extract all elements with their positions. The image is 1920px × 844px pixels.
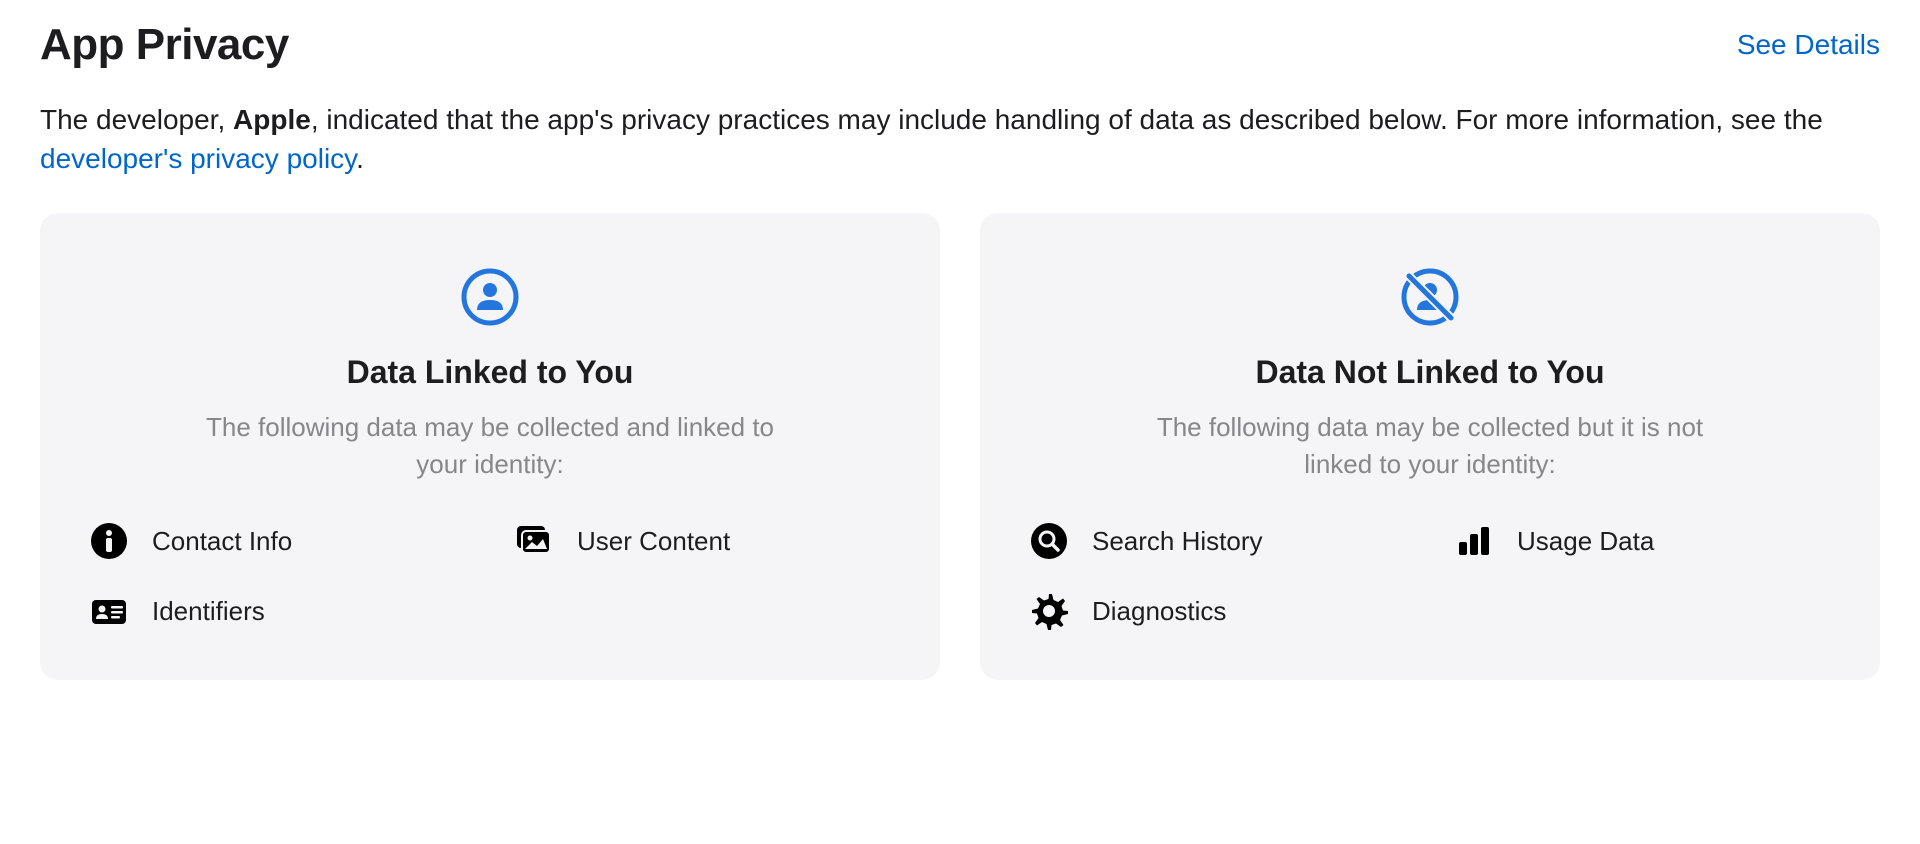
- person-circle-slash-icon: [1401, 268, 1459, 326]
- data-linked-card: Data Linked to You The following data ma…: [40, 213, 940, 680]
- privacy-policy-link[interactable]: developer's privacy policy: [40, 143, 356, 174]
- data-not-linked-card: Data Not Linked to You The following dat…: [980, 213, 1880, 680]
- developer-name: Apple: [233, 104, 311, 135]
- page-title: App Privacy: [40, 20, 289, 70]
- data-item-label: Identifiers: [152, 596, 265, 627]
- data-item-contact-info: Contact Info: [90, 522, 465, 560]
- data-item-identifiers: Identifiers: [90, 592, 465, 630]
- linked-card-title: Data Linked to You: [347, 354, 634, 391]
- linked-data-grid: Contact Info User Content: [90, 522, 890, 630]
- privacy-cards-container: Data Linked to You The following data ma…: [40, 213, 1880, 680]
- see-details-link[interactable]: See Details: [1737, 29, 1880, 61]
- description-prefix: The developer,: [40, 104, 233, 135]
- data-item-label: User Content: [577, 526, 730, 557]
- data-item-label: Diagnostics: [1092, 596, 1226, 627]
- privacy-description: The developer, Apple, indicated that the…: [40, 100, 1880, 178]
- header-row: App Privacy See Details: [40, 20, 1880, 70]
- description-middle: , indicated that the app's privacy pract…: [311, 104, 1823, 135]
- data-item-diagnostics: Diagnostics: [1030, 592, 1405, 630]
- not-linked-card-title: Data Not Linked to You: [1255, 354, 1604, 391]
- search-icon: [1030, 522, 1068, 560]
- gear-icon: [1030, 592, 1068, 630]
- data-item-user-content: User Content: [515, 522, 890, 560]
- data-item-label: Contact Info: [152, 526, 292, 557]
- data-item-search-history: Search History: [1030, 522, 1405, 560]
- info-icon: [90, 522, 128, 560]
- description-suffix: .: [356, 143, 364, 174]
- data-item-label: Usage Data: [1517, 526, 1654, 557]
- bars-icon: [1455, 522, 1493, 560]
- id-card-icon: [90, 592, 128, 630]
- data-item-usage-data: Usage Data: [1455, 522, 1830, 560]
- not-linked-card-subtitle: The following data may be collected but …: [1130, 409, 1730, 482]
- person-circle-icon: [461, 268, 519, 326]
- not-linked-data-grid: Search History Usage Data: [1030, 522, 1830, 630]
- linked-card-subtitle: The following data may be collected and …: [190, 409, 790, 482]
- data-item-label: Search History: [1092, 526, 1263, 557]
- photo-icon: [515, 522, 553, 560]
